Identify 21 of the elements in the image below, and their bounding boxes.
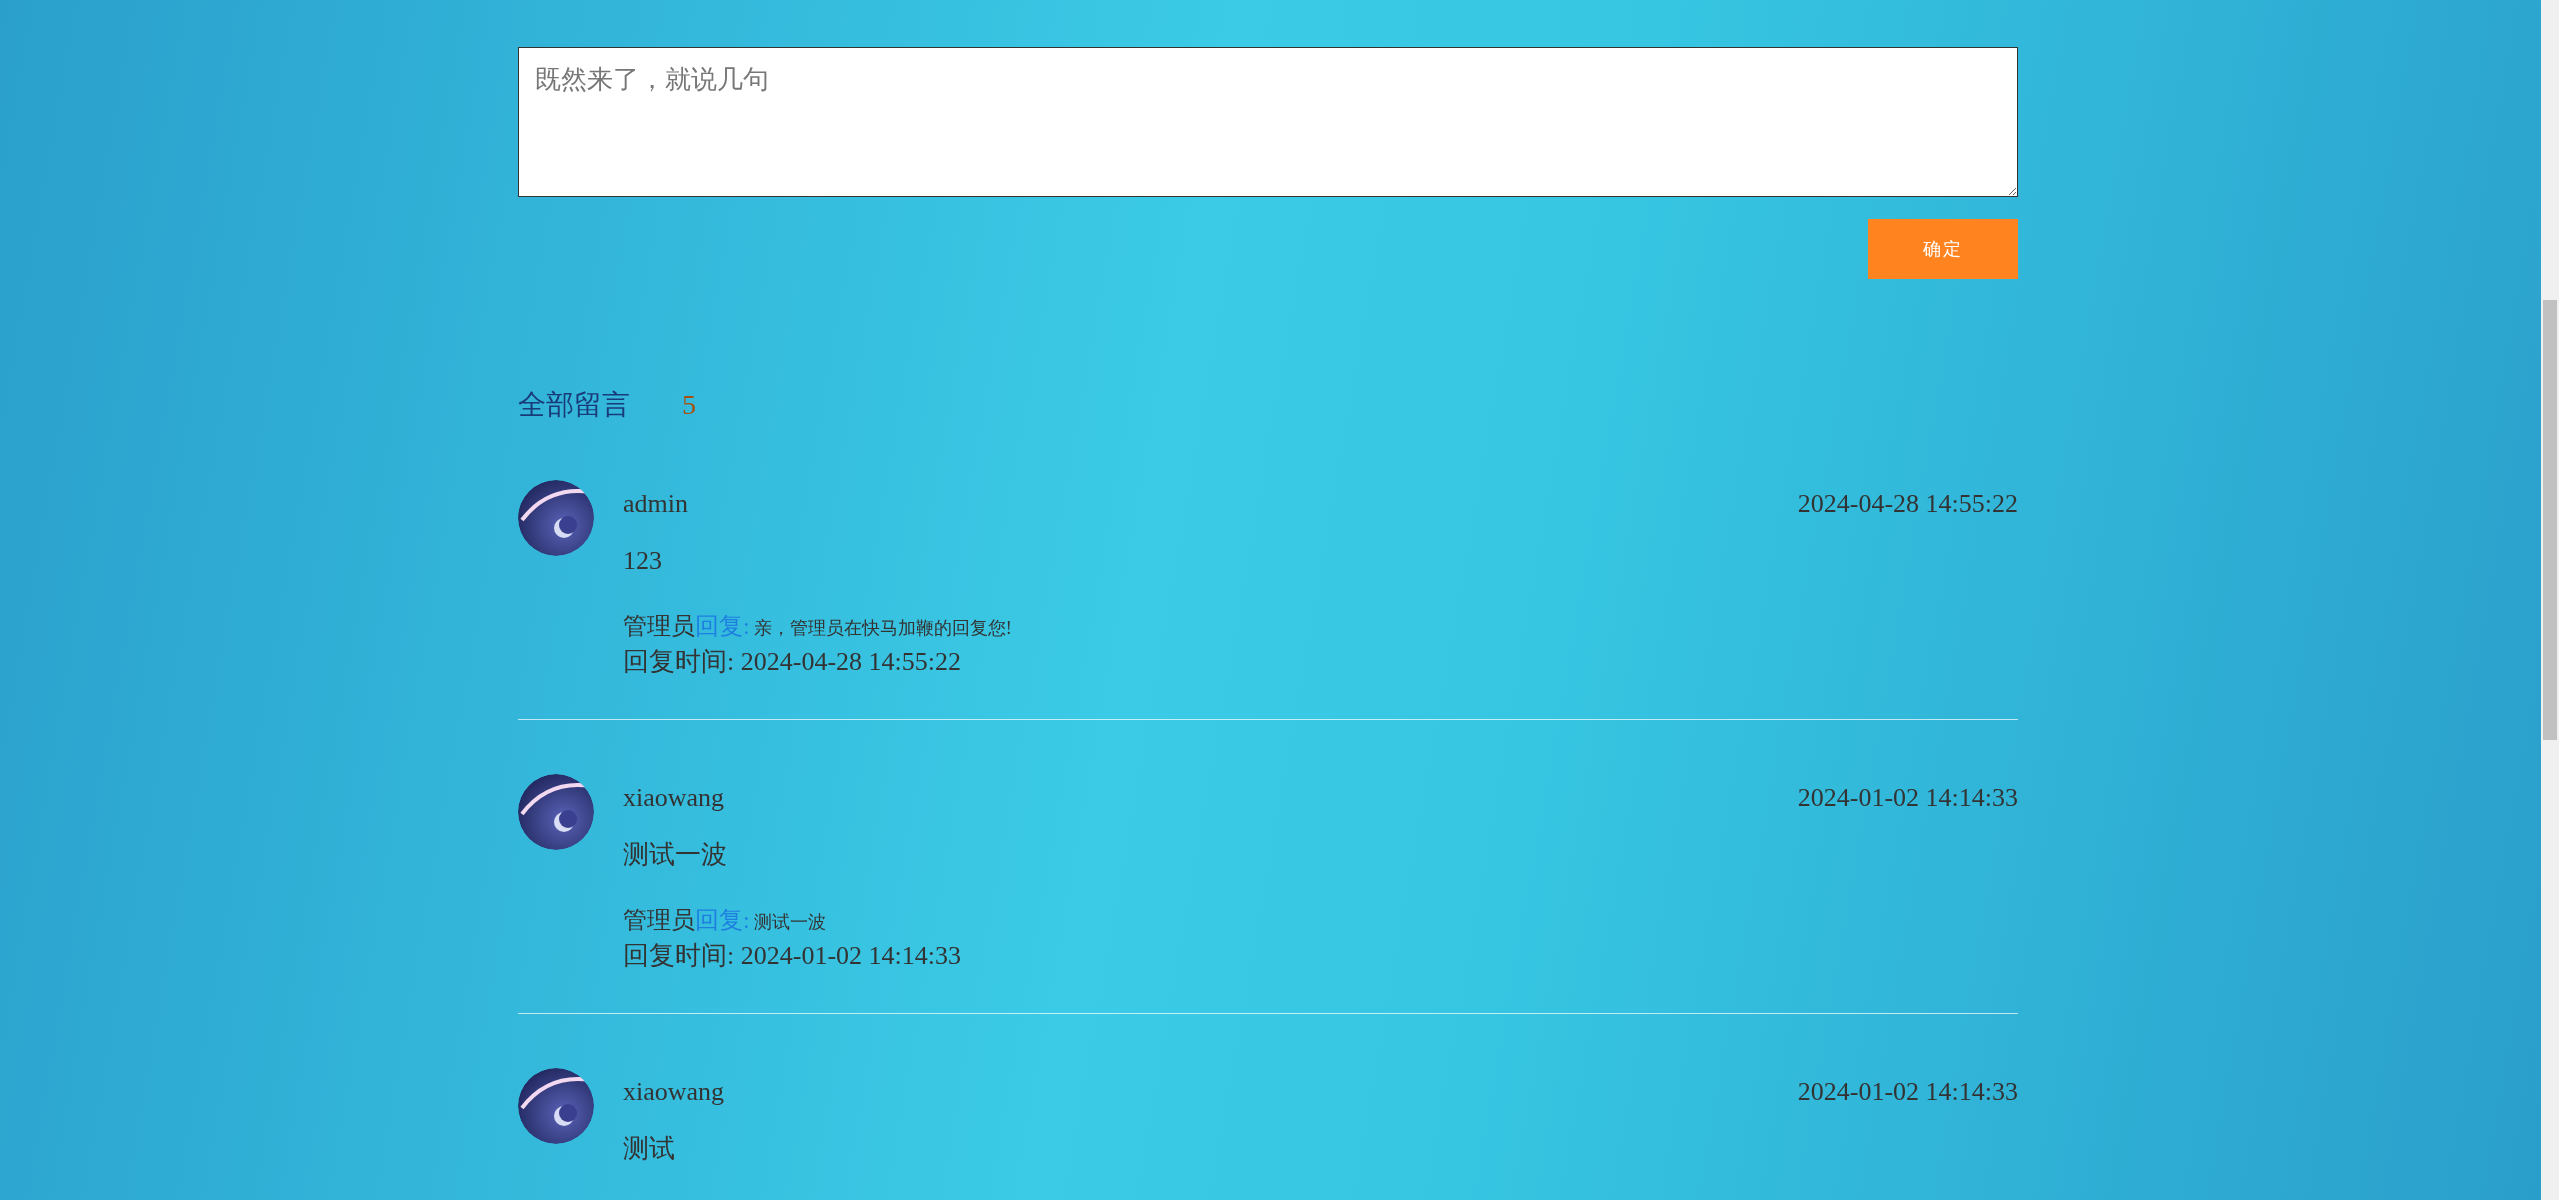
comment-count: 5 [682, 388, 696, 422]
admin-reply: 管理员回复: 测试一波 [623, 906, 827, 935]
comment-text: 123 [623, 545, 663, 577]
comments-heading: 全部留言 [518, 388, 630, 422]
comment-time: 2024-01-02 14:14:33 [1797, 1075, 2018, 1108]
comment-time: 2024-01-02 14:14:33 [1797, 781, 2018, 814]
reply-link[interactable]: 回复: [695, 613, 750, 639]
admin-reply: 管理员回复: 亲，管理员在快马加鞭的回复您! [623, 612, 1013, 641]
scrollbar[interactable] [2541, 0, 2559, 1200]
comment-field[interactable]: 既然来了，就说几句 [518, 47, 2018, 197]
comment-text: 测试 [623, 1133, 676, 1165]
reply-link[interactable]: 回复: [695, 907, 750, 933]
reply-time: 回复时间: 2024-04-28 14:55:22 [623, 646, 962, 678]
comment-author: xiaowang [623, 1075, 725, 1108]
scrollbar-thumb[interactable] [2543, 300, 2557, 740]
comment-author: admin [623, 487, 688, 520]
comment-time: 2024-04-28 14:55:22 [1797, 487, 2018, 520]
reply-time: 回复时间: 2024-01-02 14:14:33 [623, 940, 962, 972]
comment-text: 测试一波 [623, 839, 728, 871]
comment-author: xiaowang [623, 781, 725, 814]
submit-button[interactable]: 确定 [1868, 219, 2018, 279]
